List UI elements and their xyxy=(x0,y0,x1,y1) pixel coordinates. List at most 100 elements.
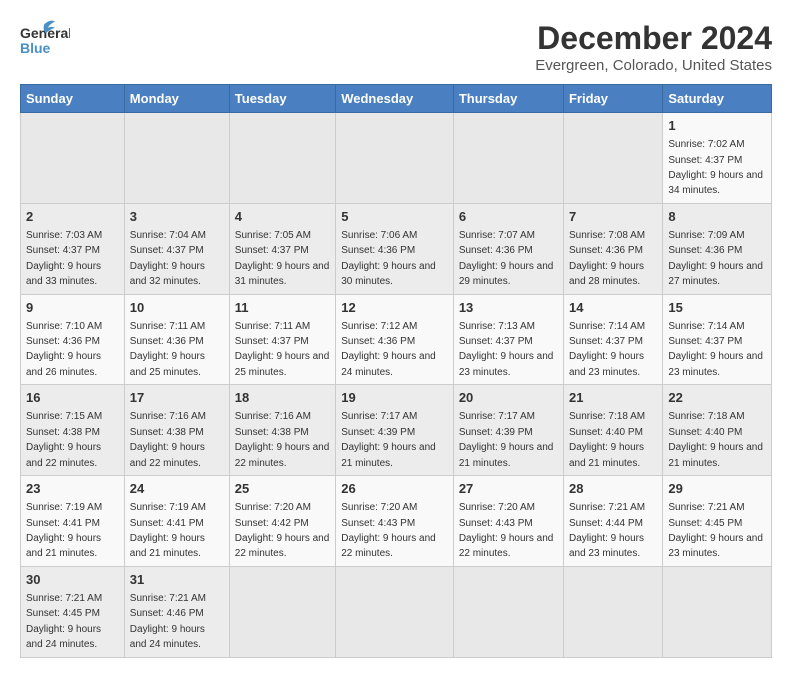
calendar-cell: 4 Sunrise: 7:05 AM Sunset: 4:37 PM Dayli… xyxy=(229,203,335,294)
calendar-cell: 11 Sunrise: 7:11 AM Sunset: 4:37 PM Dayl… xyxy=(229,294,335,385)
calendar-cell: 9 Sunrise: 7:10 AM Sunset: 4:36 PM Dayli… xyxy=(21,294,125,385)
sunrise-info: Sunrise: 7:20 AM xyxy=(341,502,417,513)
col-saturday: Saturday xyxy=(663,85,772,113)
sunrise-info: Sunrise: 7:08 AM xyxy=(569,230,645,241)
day-number: 29 xyxy=(668,480,766,498)
calendar-cell: 6 Sunrise: 7:07 AM Sunset: 4:36 PM Dayli… xyxy=(453,203,563,294)
sunrise-info: Sunrise: 7:19 AM xyxy=(26,502,102,513)
sunrise-info: Sunrise: 7:20 AM xyxy=(235,502,311,513)
sunset-info: Sunset: 4:46 PM xyxy=(130,608,204,619)
sunset-info: Sunset: 4:38 PM xyxy=(26,427,100,438)
calendar-cell xyxy=(563,113,662,204)
calendar-cell: 1 Sunrise: 7:02 AM Sunset: 4:37 PM Dayli… xyxy=(663,113,772,204)
sunrise-info: Sunrise: 7:12 AM xyxy=(341,321,417,332)
day-number: 12 xyxy=(341,299,448,317)
daylight-info: Daylight: 9 hours and 27 minutes. xyxy=(668,261,763,287)
daylight-info: Daylight: 9 hours and 21 minutes. xyxy=(569,442,644,468)
sunset-info: Sunset: 4:36 PM xyxy=(459,245,533,256)
col-sunday: Sunday xyxy=(21,85,125,113)
sunset-info: Sunset: 4:43 PM xyxy=(459,518,533,529)
sunrise-info: Sunrise: 7:15 AM xyxy=(26,411,102,422)
sunset-info: Sunset: 4:37 PM xyxy=(26,245,100,256)
calendar-cell: 27 Sunrise: 7:20 AM Sunset: 4:43 PM Dayl… xyxy=(453,476,563,567)
daylight-info: Daylight: 9 hours and 25 minutes. xyxy=(130,351,205,377)
daylight-info: Daylight: 9 hours and 24 minutes. xyxy=(26,624,101,650)
sunset-info: Sunset: 4:40 PM xyxy=(668,427,742,438)
day-number: 1 xyxy=(668,117,766,135)
daylight-info: Daylight: 9 hours and 26 minutes. xyxy=(26,351,101,377)
main-title: December 2024 xyxy=(535,20,772,57)
day-number: 8 xyxy=(668,208,766,226)
day-number: 17 xyxy=(130,389,224,407)
calendar-cell: 16 Sunrise: 7:15 AM Sunset: 4:38 PM Dayl… xyxy=(21,385,125,476)
daylight-info: Daylight: 9 hours and 30 minutes. xyxy=(341,261,436,287)
day-number: 5 xyxy=(341,208,448,226)
col-wednesday: Wednesday xyxy=(336,85,454,113)
col-friday: Friday xyxy=(563,85,662,113)
title-block: December 2024 Evergreen, Colorado, Unite… xyxy=(535,20,772,74)
col-monday: Monday xyxy=(124,85,229,113)
sunrise-info: Sunrise: 7:16 AM xyxy=(235,411,311,422)
calendar-cell: 13 Sunrise: 7:13 AM Sunset: 4:37 PM Dayl… xyxy=(453,294,563,385)
calendar-cell: 23 Sunrise: 7:19 AM Sunset: 4:41 PM Dayl… xyxy=(21,476,125,567)
sunset-info: Sunset: 4:37 PM xyxy=(668,336,742,347)
daylight-info: Daylight: 9 hours and 25 minutes. xyxy=(235,351,330,377)
logo-icon: General Blue xyxy=(20,20,70,60)
daylight-info: Daylight: 9 hours and 23 minutes. xyxy=(668,351,763,377)
day-number: 10 xyxy=(130,299,224,317)
day-number: 19 xyxy=(341,389,448,407)
calendar-cell: 24 Sunrise: 7:19 AM Sunset: 4:41 PM Dayl… xyxy=(124,476,229,567)
calendar-cell: 7 Sunrise: 7:08 AM Sunset: 4:36 PM Dayli… xyxy=(563,203,662,294)
sunrise-info: Sunrise: 7:19 AM xyxy=(130,502,206,513)
sunrise-info: Sunrise: 7:18 AM xyxy=(668,411,744,422)
daylight-info: Daylight: 9 hours and 23 minutes. xyxy=(569,533,644,559)
sunrise-info: Sunrise: 7:21 AM xyxy=(130,593,206,604)
day-number: 26 xyxy=(341,480,448,498)
daylight-info: Daylight: 9 hours and 24 minutes. xyxy=(341,351,436,377)
calendar-cell xyxy=(124,113,229,204)
calendar-cell: 12 Sunrise: 7:12 AM Sunset: 4:36 PM Dayl… xyxy=(336,294,454,385)
sunset-info: Sunset: 4:42 PM xyxy=(235,518,309,529)
day-number: 2 xyxy=(26,208,119,226)
sunrise-info: Sunrise: 7:06 AM xyxy=(341,230,417,241)
sunrise-info: Sunrise: 7:04 AM xyxy=(130,230,206,241)
calendar-cell: 10 Sunrise: 7:11 AM Sunset: 4:36 PM Dayl… xyxy=(124,294,229,385)
page-header: General Blue December 2024 Evergreen, Co… xyxy=(20,20,772,74)
sunset-info: Sunset: 4:37 PM xyxy=(459,336,533,347)
sunset-info: Sunset: 4:44 PM xyxy=(569,518,643,529)
sunset-info: Sunset: 4:36 PM xyxy=(668,245,742,256)
daylight-info: Daylight: 9 hours and 22 minutes. xyxy=(459,533,554,559)
daylight-info: Daylight: 9 hours and 23 minutes. xyxy=(668,533,763,559)
sunrise-info: Sunrise: 7:09 AM xyxy=(668,230,744,241)
sunset-info: Sunset: 4:43 PM xyxy=(341,518,415,529)
sunrise-info: Sunrise: 7:14 AM xyxy=(569,321,645,332)
day-number: 6 xyxy=(459,208,558,226)
day-number: 27 xyxy=(459,480,558,498)
day-number: 20 xyxy=(459,389,558,407)
day-number: 3 xyxy=(130,208,224,226)
sunrise-info: Sunrise: 7:13 AM xyxy=(459,321,535,332)
day-number: 30 xyxy=(26,571,119,589)
calendar-cell xyxy=(21,113,125,204)
calendar-cell: 28 Sunrise: 7:21 AM Sunset: 4:44 PM Dayl… xyxy=(563,476,662,567)
day-number: 15 xyxy=(668,299,766,317)
calendar-week-row: 16 Sunrise: 7:15 AM Sunset: 4:38 PM Dayl… xyxy=(21,385,772,476)
daylight-info: Daylight: 9 hours and 31 minutes. xyxy=(235,261,330,287)
sunset-info: Sunset: 4:36 PM xyxy=(341,245,415,256)
day-number: 11 xyxy=(235,299,330,317)
daylight-info: Daylight: 9 hours and 22 minutes. xyxy=(341,533,436,559)
sunrise-info: Sunrise: 7:03 AM xyxy=(26,230,102,241)
col-thursday: Thursday xyxy=(453,85,563,113)
sunrise-info: Sunrise: 7:05 AM xyxy=(235,230,311,241)
day-number: 7 xyxy=(569,208,657,226)
sunrise-info: Sunrise: 7:07 AM xyxy=(459,230,535,241)
calendar-cell: 3 Sunrise: 7:04 AM Sunset: 4:37 PM Dayli… xyxy=(124,203,229,294)
daylight-info: Daylight: 9 hours and 28 minutes. xyxy=(569,261,644,287)
daylight-info: Daylight: 9 hours and 23 minutes. xyxy=(459,351,554,377)
calendar-cell xyxy=(453,113,563,204)
sunset-info: Sunset: 4:40 PM xyxy=(569,427,643,438)
sunset-info: Sunset: 4:41 PM xyxy=(26,518,100,529)
calendar-cell: 14 Sunrise: 7:14 AM Sunset: 4:37 PM Dayl… xyxy=(563,294,662,385)
calendar-cell: 8 Sunrise: 7:09 AM Sunset: 4:36 PM Dayli… xyxy=(663,203,772,294)
calendar-cell: 25 Sunrise: 7:20 AM Sunset: 4:42 PM Dayl… xyxy=(229,476,335,567)
